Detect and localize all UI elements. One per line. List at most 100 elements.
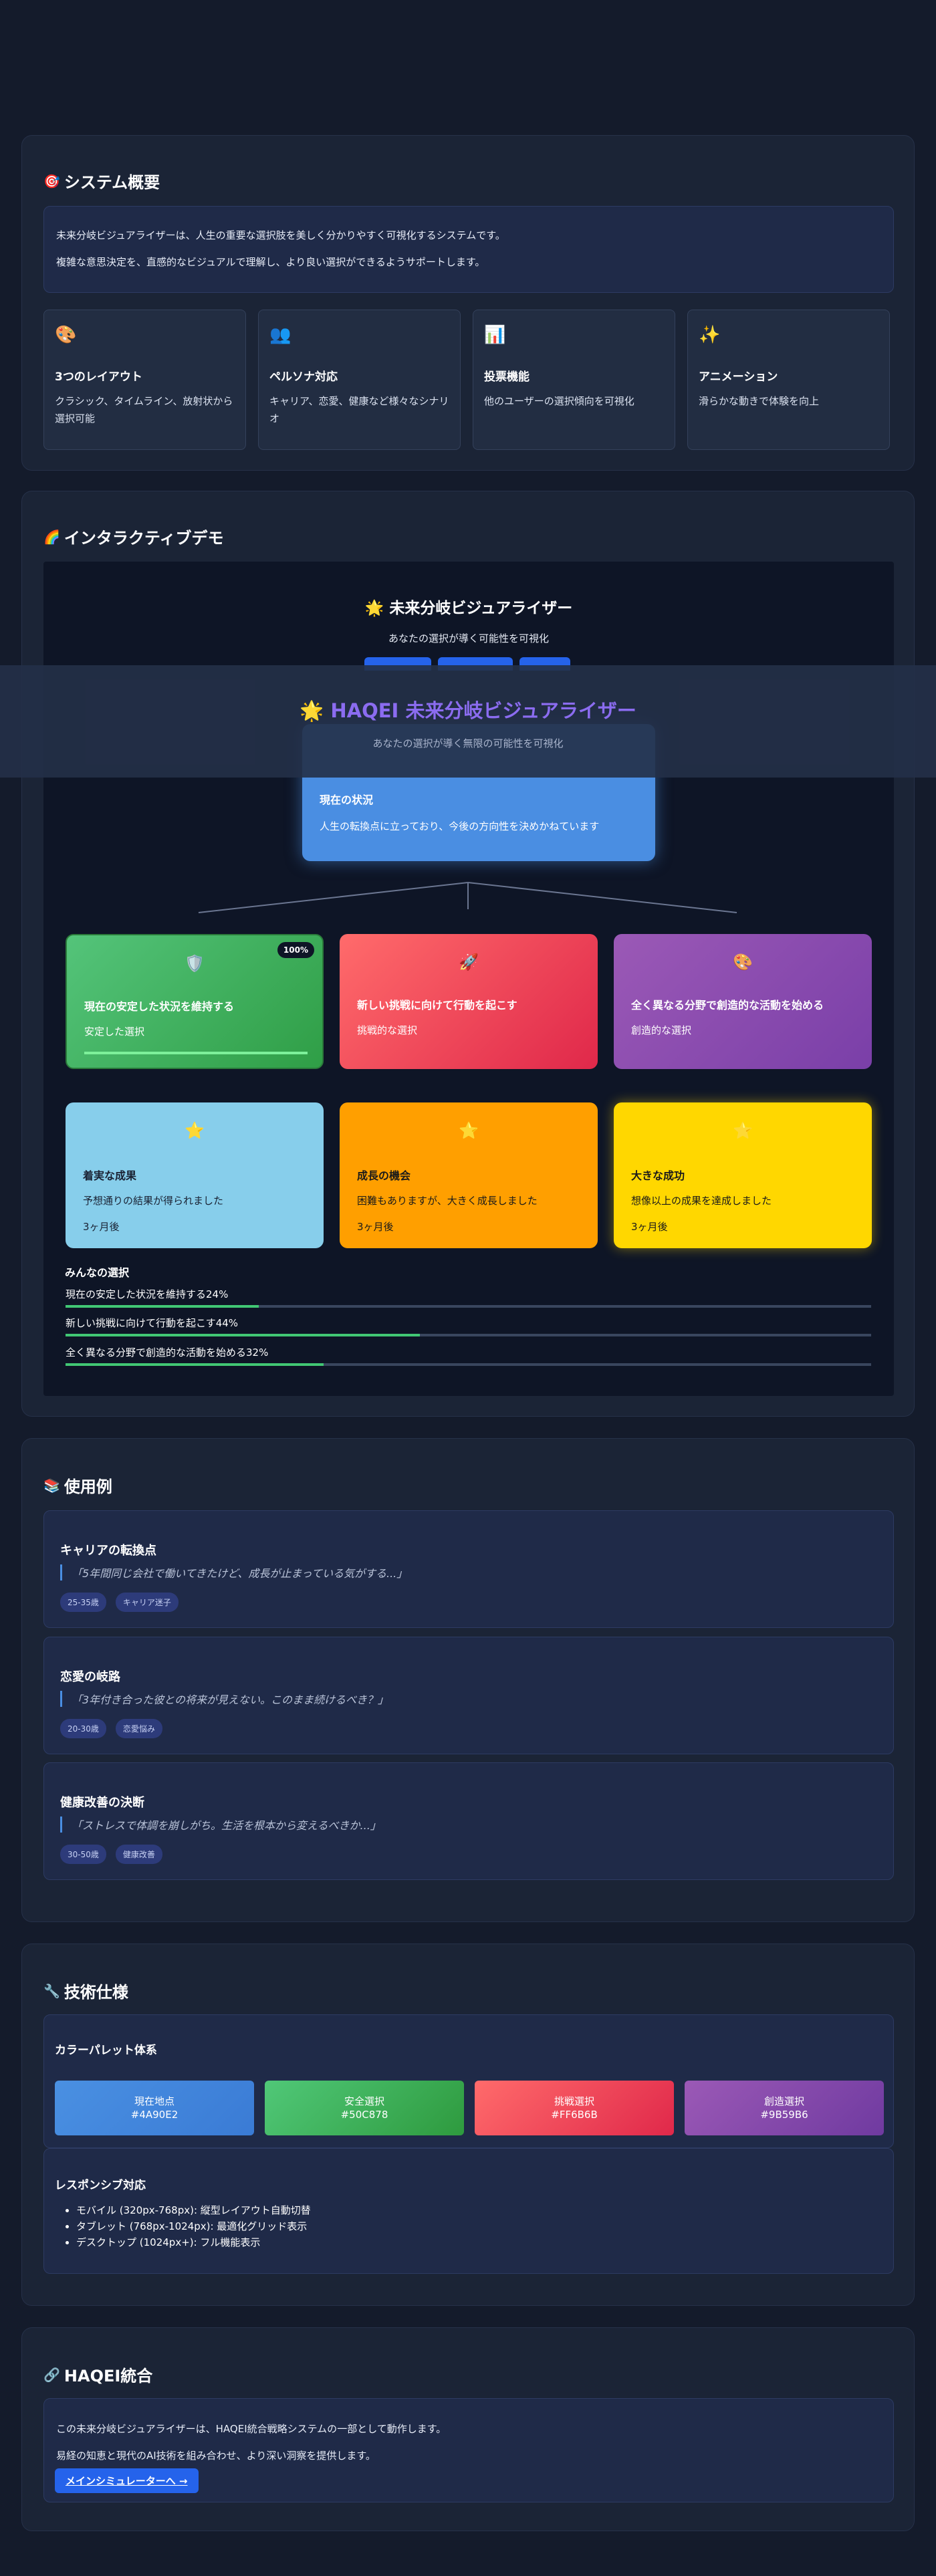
usecase-tag: 25-35歳 [60, 1593, 106, 1612]
stat-bar-stable [66, 1305, 871, 1308]
overview-heading: 🎯 システム概要 [43, 169, 160, 193]
integration-panel: この未来分岐ビジュアライザーは、HAQEI統合戦略システムの一部として動作します… [43, 2398, 894, 2502]
choice-card-challenge[interactable]: 🚀 新しい挑戦に向けて行動を起こす 挑戦的な選択 [340, 934, 598, 1069]
swatch-hex: #9B59B6 [760, 2109, 808, 2121]
palette-icon: 🎨 [55, 325, 77, 345]
usecase-quote: 「5年間同じ会社で働いてきたけど、成長が止まっている気がする...」 [60, 1564, 407, 1580]
responsive-title: レスポンシブ対応 [55, 2179, 146, 2192]
feature-desc: 他のユーザーの選択傾向を可視化 [484, 395, 634, 407]
choice-subtitle: 挑戦的な選択 [357, 1024, 418, 1036]
usecase-tag: 20-30歳 [60, 1719, 106, 1738]
overlay-subtitle: あなたの選択が導く無限の可能性を可視化 [372, 737, 564, 749]
target-icon: 🎯 [43, 172, 60, 189]
wrench-icon: 🔧 [43, 1982, 60, 1999]
overview-intro: 未来分岐ビジュアライザーは、人生の重要な選択肢を美しく分かりやすく可視化するシス… [43, 206, 894, 293]
stat-label-stable: 現在の安定した状況を維持する24% [66, 1288, 229, 1300]
usecase-title: 恋愛の岐路 [60, 1670, 120, 1684]
feature-title: 投票機能 [484, 370, 530, 384]
overlay-title: 🌟 HAQEI 未来分岐ビジュアライザー [300, 699, 636, 722]
stat-label-creative: 全く異なる分野で創造的な活動を始める32% [66, 1346, 269, 1359]
usecases-title: 使用例 [64, 1478, 112, 1496]
swatch-hex: #FF6B6B [551, 2109, 598, 2121]
responsive-item: モバイル (320px-768px): 縦型レイアウト自動切替 [76, 2202, 311, 2218]
feature-card-animation: ✨ アニメーション 滑らかな動きで体験を向上 [687, 310, 890, 450]
feature-title: 3つのレイアウト [55, 370, 142, 384]
star-icon: 🌟 [300, 699, 324, 722]
choice-title: 新しい挑戦に向けて行動を起こす [357, 999, 517, 1012]
integration-line-2: 易経の知恵と現代のAI技術を組み合わせ、より深い洞察を提供します。 [56, 2450, 376, 2462]
outcome-desc: 困難もありますが、大きく成長しました [357, 1195, 538, 1207]
usecase-title: キャリアの転換点 [60, 1544, 156, 1558]
intro-line-2: 複雑な意思決定を、直感的なビジュアルで理解し、より良い選択ができるようサポートし… [56, 256, 485, 268]
usecase-card-health: 健康改善の決断 「ストレスで体調を崩しがち。生活を根本から変えるべきか...」 … [43, 1762, 894, 1880]
bar-chart-icon: 📊 [484, 325, 506, 345]
tech-heading: 🔧 技術仕様 [43, 1979, 128, 2002]
outcome-time: 3ヶ月後 [83, 1221, 120, 1233]
palette-title: カラーパレット体系 [55, 2044, 157, 2057]
overview-section: 🎯 システム概要 未来分岐ビジュアライザーは、人生の重要な選択肢を美しく分かりや… [21, 135, 915, 471]
choice-progress-track [84, 1052, 308, 1054]
usecase-quote: 「3年付き合った彼との将来が見えない。このまま続けるべき？」 [60, 1691, 388, 1707]
swatch-name: 安全選択 [344, 2095, 384, 2107]
choice-badge: 100% [277, 942, 314, 958]
choice-subtitle: 創造的な選択 [631, 1024, 692, 1036]
usecase-title: 健康改善の決断 [60, 1796, 144, 1810]
swatch-hex: #50C878 [340, 2109, 388, 2121]
branch-lines [198, 882, 737, 913]
star-icon: 🌟 [364, 600, 384, 617]
choice-title: 現在の安定した状況を維持する [84, 1000, 235, 1013]
outcome-title: 成長の機会 [357, 1169, 411, 1182]
choice-card-stable[interactable]: 🛡️ 100% 現在の安定した状況を維持する 安定した選択 [66, 934, 324, 1069]
swatch-hex: #4A90E2 [130, 2109, 179, 2121]
people-icon: 👥 [269, 325, 291, 345]
swatch-name: 創造選択 [764, 2095, 804, 2107]
star-icon: ⭐ [733, 1121, 753, 1140]
outcome-time: 3ヶ月後 [357, 1221, 394, 1233]
books-icon: 📚 [43, 1477, 60, 1494]
star-icon: ⭐ [185, 1121, 205, 1140]
tech-title: 技術仕様 [64, 1983, 128, 2002]
swatch-name: 挑戦選択 [554, 2095, 594, 2107]
usecases-section: 📚 使用例 キャリアの転換点 「5年間同じ会社で働いてきたけど、成長が止まってい… [21, 1438, 915, 1922]
usecase-tag: 健康改善 [115, 1845, 162, 1864]
swatch-name: 現在地点 [134, 2095, 174, 2107]
feature-desc: キャリア、恋愛、健康など様々なシナリオ [269, 395, 449, 425]
feature-card-persona: 👥 ペルソナ対応 キャリア、恋愛、健康など様々なシナリオ [258, 310, 461, 450]
usecase-tag: 恋愛悩み [115, 1719, 162, 1738]
usecase-tag: キャリア迷子 [115, 1593, 179, 1612]
choice-subtitle: 安定した選択 [84, 1026, 145, 1038]
star-icon: ⭐ [459, 1121, 479, 1140]
integration-section: 🔗 HAQEI統合 この未来分岐ビジュアライザーは、HAQEI統合戦略システムの… [21, 2327, 915, 2531]
demo-inner-subtitle: あなたの選択が導く可能性を可視化 [388, 632, 549, 645]
feature-card-layouts: 🎨 3つのレイアウト クラシック、タイムライン、放射状から選択可能 [43, 310, 246, 450]
rainbow-icon: 🌈 [43, 528, 60, 545]
responsive-item: タブレット (768px-1024px): 最適化グリッド表示 [76, 2218, 311, 2234]
stat-bar-creative [66, 1363, 871, 1366]
demo-title: インタラクティブデモ [64, 529, 224, 548]
usecases-heading: 📚 使用例 [43, 1474, 112, 1497]
choice-progress-fill [84, 1052, 308, 1054]
choice-title: 全く異なる分野で創造的な活動を始める [631, 999, 824, 1012]
usecase-card-love: 恋愛の岐路 「3年付き合った彼との将来が見えない。このまま続けるべき？」 20-… [43, 1637, 894, 1754]
swatch-challenge: 挑戦選択 #FF6B6B [475, 2081, 674, 2135]
feature-desc: クラシック、タイムライン、放射状から選択可能 [55, 395, 233, 425]
swatch-current: 現在地点 #4A90E2 [55, 2081, 254, 2135]
stat-fill-challenge [66, 1334, 421, 1336]
overview-title: システム概要 [64, 173, 160, 192]
choice-card-creative[interactable]: 🎨 全く異なる分野で創造的な活動を始める 創造的な選択 [614, 934, 872, 1069]
palette-panel: カラーパレット体系 現在地点 #4A90E2 安全選択 #50C878 挑戦選択… [43, 2014, 894, 2148]
integration-line-1: この未来分岐ビジュアライザーは、HAQEI統合戦略システムの一部として動作します… [56, 2423, 447, 2435]
swatch-creative: 創造選択 #9B59B6 [685, 2081, 884, 2135]
outcome-card-steady: ⭐ 着実な成果 予想通りの結果が得られました 3ヶ月後 [66, 1102, 324, 1248]
main-simulator-button[interactable]: メインシミュレーターへ → [55, 2468, 199, 2493]
stat-bar-challenge [66, 1334, 871, 1336]
outcome-card-success: ⭐ 大きな成功 想像以上の成果を達成しました 3ヶ月後 [614, 1102, 872, 1248]
current-desc: 人生の転換点に立っており、今後の方向性を決めかねています [320, 820, 600, 832]
feature-card-voting: 📊 投票機能 他のユーザーの選択傾向を可視化 [473, 310, 675, 450]
integration-title: HAQEI統合 [64, 2367, 153, 2385]
demo-heading: 🌈 インタラクティブデモ [43, 525, 223, 548]
outcome-time: 3ヶ月後 [631, 1221, 668, 1233]
usecase-tag: 30-50歳 [60, 1845, 106, 1864]
feature-title: ペルソナ対応 [269, 370, 338, 384]
stat-fill-creative [66, 1363, 324, 1366]
